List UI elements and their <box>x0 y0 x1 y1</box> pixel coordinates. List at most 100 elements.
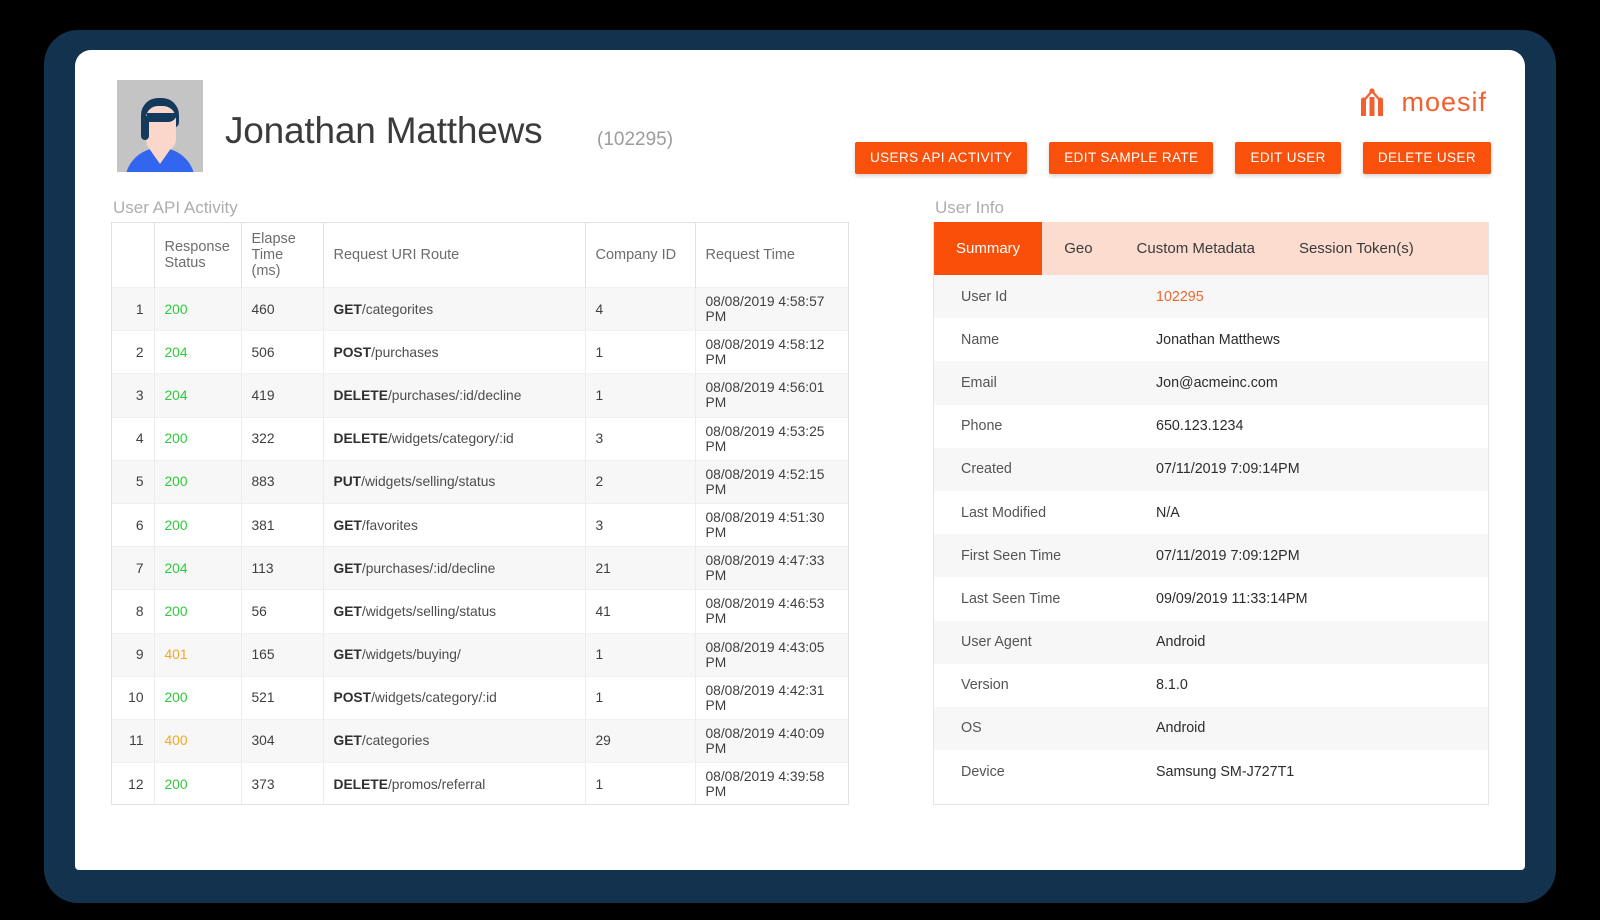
status-badge: 200 <box>164 603 188 619</box>
tab-session-token-s[interactable]: Session Token(s) <box>1277 222 1436 275</box>
edit-user-button[interactable]: EDIT USER <box>1235 142 1341 174</box>
table-row[interactable]: 12 200 373 DELETE/promos/referral 1 08/08/201… <box>112 762 848 804</box>
cell-request-uri: GET/widgets/selling/status <box>323 589 586 633</box>
http-verb: PUT <box>333 474 362 490</box>
list-item: Name Jonathan Matthews <box>934 318 1488 362</box>
uri-path: /purchases/:id/decline <box>361 560 496 576</box>
cell-elapse-time: 113 <box>241 546 324 590</box>
list-item: First Seen Time 07/11/2019 7:09:12PM <box>934 534 1488 578</box>
cell-request-uri: GET/categorites <box>323 286 586 331</box>
info-value[interactable]: 102295 <box>1156 289 1204 305</box>
edit-sample-rate-button[interactable]: EDIT SAMPLE RATE <box>1049 142 1214 174</box>
column-header-uri: Request URI Route <box>323 223 586 288</box>
cell-request-uri: DELETE/purchases/:id/decline <box>323 373 586 418</box>
status-badge: 204 <box>164 387 188 403</box>
table-row[interactable]: 1 200 460 GET/categorites 4 08/08/2019 4:58:5… <box>112 286 848 331</box>
info-value: 09/09/2019 11:33:14PM <box>1156 590 1308 607</box>
cell-elapse-time: 165 <box>241 632 324 677</box>
info-key: Device <box>961 763 1005 780</box>
http-verb: DELETE <box>333 431 388 447</box>
table-row[interactable]: 6 200 381 GET/favorites 3 08/08/2019 4:51:30 … <box>112 502 848 547</box>
http-verb: GET <box>333 733 362 749</box>
cell-index: 2 <box>112 330 155 374</box>
action-button-row: USERS API ACTIVITY EDIT SAMPLE RATE EDIT… <box>855 142 1491 174</box>
tab-geo[interactable]: Geo <box>1042 222 1114 275</box>
status-badge: 200 <box>164 776 188 792</box>
cell-response-status: 204 <box>154 373 242 418</box>
info-key: Version <box>961 677 1009 694</box>
table-row[interactable]: 9 401 165 GET/widgets/buying/1 08/08/2019 4:… <box>112 632 848 677</box>
info-key: User Agent <box>961 634 1032 651</box>
cell-company-id: 1 <box>585 675 696 720</box>
screenshot-root: Jonathan Matthews (102295) moesif USERS … <box>0 0 1600 920</box>
cell-company-id: 1 <box>585 330 696 374</box>
info-key: User Id <box>961 288 1008 305</box>
table-row[interactable]: 5 200 883 PUT/widgets/selling/status 2 08/08/… <box>112 459 848 504</box>
cell-elapse-time: 381 <box>241 502 324 547</box>
table-row[interactable]: 8 200 56 GET/widgets/selling/status 41 08/08/… <box>112 589 848 633</box>
cell-index: 12 <box>112 762 155 804</box>
info-key: First Seen Time <box>961 547 1062 564</box>
cell-elapse-time: 506 <box>241 330 324 374</box>
cell-index: 1 <box>112 286 155 331</box>
uri-path: /widgets/selling/status <box>361 474 496 490</box>
cell-company-id: 21 <box>585 546 696 590</box>
info-value: 650.123.1234 <box>1156 418 1244 435</box>
list-item: User Agent Android <box>934 620 1488 664</box>
uri-path: /categorites <box>361 301 434 317</box>
info-value: 8.1.0 <box>1156 677 1188 694</box>
column-header-status: Response Status <box>154 223 242 288</box>
uri-path: /favorites <box>361 517 418 533</box>
cell-elapse-time: 419 <box>241 373 324 418</box>
info-value: Android <box>1156 720 1206 737</box>
cell-index: 9 <box>112 632 155 677</box>
users-api-activity-button[interactable]: USERS API ACTIVITY <box>855 142 1028 174</box>
uri-path: /purchases <box>371 344 439 360</box>
cell-request-time: 08/08/2019 4:43:05 PM <box>695 632 848 677</box>
info-key: Email <box>961 374 997 391</box>
list-item: OS Android <box>934 706 1488 751</box>
user-api-activity-table: Response Status Elapse Time (ms) Request… <box>111 222 849 805</box>
cell-request-uri: GET/purchases/:id/decline <box>323 546 586 590</box>
cell-company-id: 3 <box>585 416 696 461</box>
cell-elapse-time: 56 <box>241 589 324 633</box>
uri-path: /widgets/category/:id <box>387 431 514 447</box>
cell-response-status: 204 <box>154 546 242 590</box>
status-badge: 204 <box>164 344 188 360</box>
user-info-panel: Summary Geo Custom Metadata Session Token(s… <box>933 222 1489 805</box>
tab-custom-metadata[interactable]: Custom Metadata <box>1115 222 1277 275</box>
cell-request-time: 08/08/2019 4:56:01 PM <box>695 373 848 418</box>
moesif-wordmark: moesif <box>1401 86 1487 117</box>
status-badge: 200 <box>164 431 188 447</box>
delete-user-button[interactable]: DELETE USER <box>1362 142 1491 174</box>
cell-request-uri: DELETE/widgets/category/:id <box>323 416 586 461</box>
table-row[interactable]: 2 204 506 POST/purchases 1 08/08/2019 4:58:12… <box>112 330 848 374</box>
user-id-label: (102295) <box>597 129 674 150</box>
table-row[interactable]: 10 200 521 POST/widgets/category/:id 1 08/08/… <box>112 675 848 720</box>
cell-request-uri: GET/categories <box>323 718 586 763</box>
cell-request-time: 08/08/2019 4:52:15 PM <box>695 459 848 504</box>
table-row[interactable]: 11 400 304 GET/categories 29 08/08/2019 4:40:… <box>112 718 848 763</box>
avatar-fringe <box>147 113 177 122</box>
cell-company-id: 41 <box>585 589 696 633</box>
moesif-mark-icon <box>1358 85 1392 119</box>
uri-path: /purchases/:id/decline <box>387 387 522 403</box>
tab-summary[interactable]: Summary <box>934 222 1043 275</box>
cell-response-status: 401 <box>154 632 242 677</box>
http-verb: DELETE <box>333 776 388 792</box>
cell-index: 4 <box>112 416 155 461</box>
table-row[interactable]: 7 204 113 GET/purchases/:id/decline 21 08/08/… <box>112 546 848 590</box>
cell-response-status: 200 <box>154 589 242 633</box>
table-row[interactable]: 3 204 419 DELETE/purchases/:id/decline 1 08/0… <box>112 373 848 418</box>
cell-request-time: 08/08/2019 4:40:09 PM <box>695 718 848 763</box>
status-badge: 200 <box>164 690 188 706</box>
cell-elapse-time: 304 <box>241 718 324 763</box>
cell-response-status: 200 <box>154 286 242 331</box>
status-badge: 200 <box>164 517 188 533</box>
cell-index: 7 <box>112 546 155 590</box>
table-row[interactable]: 4 200 322 DELETE/widgets/category/:id 3 08/08… <box>112 416 848 461</box>
http-verb: GET <box>333 301 362 317</box>
cell-request-time: 08/08/2019 4:39:58 PM <box>695 762 848 804</box>
info-value: Jon@acmeinc.com <box>1156 374 1278 391</box>
cell-elapse-time: 373 <box>241 762 324 804</box>
